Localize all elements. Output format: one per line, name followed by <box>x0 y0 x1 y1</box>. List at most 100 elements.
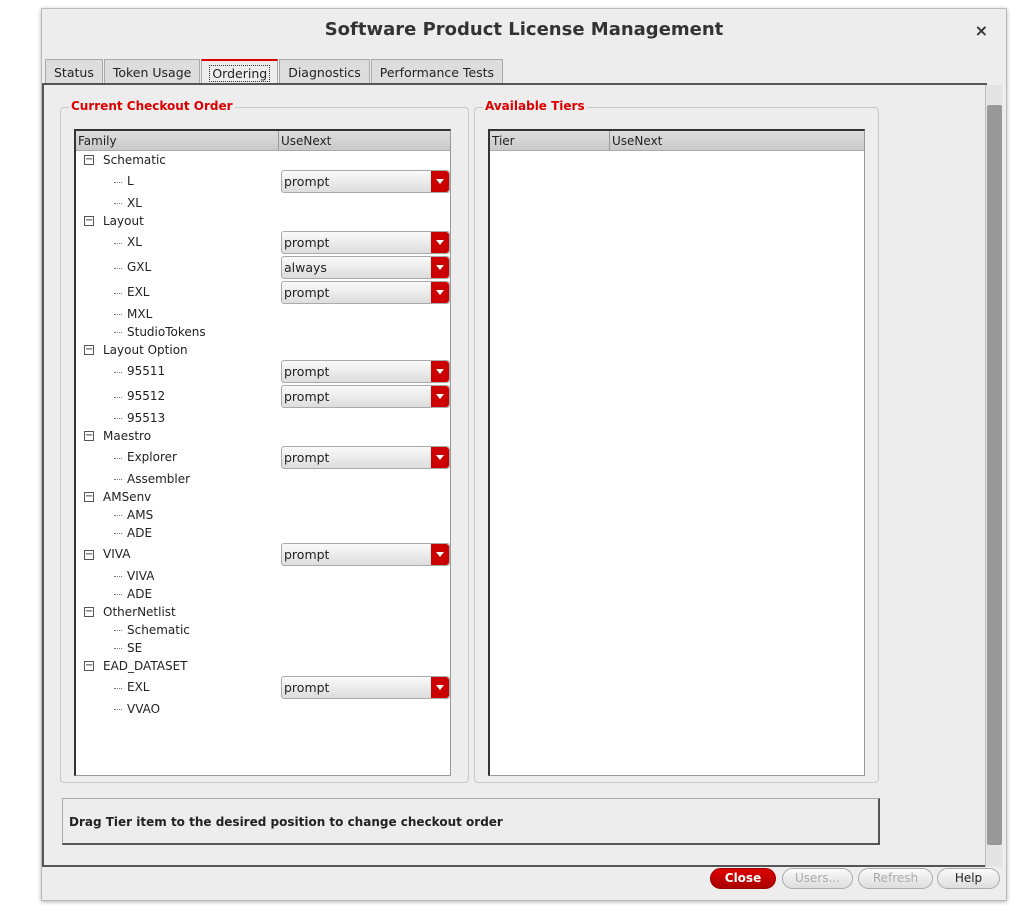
collapse-icon[interactable]: − <box>84 607 94 617</box>
chevron-down-icon <box>431 257 449 278</box>
tree-node-family[interactable]: − Layout <box>76 212 450 230</box>
tree-node-tier[interactable]: Assembler <box>76 470 450 488</box>
tier-label: 95512 <box>127 389 166 403</box>
tree-node-tier[interactable]: VIVA <box>76 567 450 585</box>
tier-label: 95513 <box>127 411 166 425</box>
tier-label: L <box>127 174 134 188</box>
tree-node-tier[interactable]: EXL prompt <box>76 280 450 305</box>
dropdown-value: prompt <box>284 364 330 379</box>
dialog-title: Software Product License Management <box>324 19 724 40</box>
scrollbar-thumb[interactable] <box>987 105 1002 845</box>
tab-token-usage[interactable]: Token Usage <box>103 59 201 83</box>
tree-node-tier[interactable]: 95511 prompt <box>76 359 450 384</box>
tree-connector <box>114 396 122 398</box>
tree-node-family[interactable]: − OtherNetlist <box>76 603 450 621</box>
tree-node-tier[interactable]: Schematic <box>76 621 450 639</box>
tree-node-tier[interactable]: VVAO <box>76 700 450 718</box>
tree-node-tier[interactable]: EXL prompt <box>76 675 450 700</box>
collapse-icon[interactable]: − <box>84 661 94 671</box>
close-button[interactable]: Close <box>710 868 776 889</box>
tree-node-family[interactable]: − Layout Option <box>76 341 450 359</box>
usenext-dropdown[interactable]: prompt <box>281 170 450 193</box>
tree-node-tier[interactable]: XL prompt <box>76 230 450 255</box>
tier-label: ADE <box>127 526 153 540</box>
tab-performance-tests[interactable]: Performance Tests <box>370 59 504 83</box>
collapse-icon[interactable]: − <box>84 155 94 165</box>
tree-node-tier[interactable]: XL <box>76 194 450 212</box>
tree-connector <box>114 332 122 333</box>
tier-label: ADE <box>127 587 153 601</box>
tier-label: VIVA <box>127 569 155 583</box>
tree-connector <box>114 267 122 269</box>
tree-node-family[interactable]: − Maestro <box>76 427 450 445</box>
users-button[interactable]: Users... <box>782 868 853 889</box>
usenext-dropdown[interactable]: prompt <box>281 446 450 469</box>
available-tiers-table[interactable]: Tier UseNext <box>488 129 865 776</box>
usenext-dropdown[interactable]: always <box>281 256 450 279</box>
chevron-down-icon <box>431 677 449 698</box>
tree-connector <box>114 314 122 315</box>
chevron-down-icon <box>431 544 449 565</box>
tree-node-tier[interactable]: Explorer prompt <box>76 445 450 470</box>
tree-node-tier[interactable]: ADE <box>76 585 450 603</box>
family-label: AMSenv <box>103 490 152 504</box>
dropdown-value: prompt <box>284 174 330 189</box>
tree-node-tier[interactable]: AMS <box>76 506 450 524</box>
family-label: Schematic <box>103 153 166 167</box>
license-management-dialog: Software Product License Management × St… <box>41 8 1007 901</box>
usenext-dropdown[interactable]: prompt <box>281 676 450 699</box>
tree-node-tier[interactable]: MXL <box>76 305 450 323</box>
tree-node-family[interactable]: − AMSenv <box>76 488 450 506</box>
tree-node-family[interactable]: − VIVA prompt <box>76 542 450 567</box>
family-label: VIVA <box>103 547 131 561</box>
tree-body: − Schematic Lprompt XL − Layout XL prompt GXL alw… <box>76 151 450 718</box>
usenext-dropdown[interactable]: prompt <box>281 543 450 566</box>
tree-node-family[interactable]: − EAD_DATASET <box>76 657 450 675</box>
tree-node-tier[interactable]: StudioTokens <box>76 323 450 341</box>
close-icon[interactable]: × <box>975 21 988 40</box>
tree-node-tier[interactable]: Lprompt <box>76 169 450 194</box>
checkout-order-tree[interactable]: Family UseNext − Schematic Lprompt XL − Layout… <box>74 129 451 776</box>
column-header-usenext[interactable]: UseNext <box>279 131 450 150</box>
column-header-family[interactable]: Family <box>76 131 279 150</box>
tree-connector <box>114 203 122 204</box>
help-button[interactable]: Help <box>937 868 1000 889</box>
tier-label: EXL <box>127 680 150 694</box>
tree-node-tier[interactable]: SE <box>76 639 450 657</box>
tree-node-tier[interactable]: 95513 <box>76 409 450 427</box>
refresh-button[interactable]: Refresh <box>858 868 933 889</box>
tree-node-tier[interactable]: 95512 prompt <box>76 384 450 409</box>
usenext-dropdown[interactable]: prompt <box>281 281 450 304</box>
tier-label: XL <box>127 235 142 249</box>
chevron-down-icon <box>431 171 449 192</box>
dropdown-value: prompt <box>284 235 330 250</box>
collapse-icon[interactable]: − <box>84 492 94 502</box>
vertical-scrollbar[interactable] <box>985 85 1002 867</box>
column-header-tier[interactable]: Tier <box>490 131 610 150</box>
usenext-dropdown[interactable]: prompt <box>281 231 450 254</box>
tab-diagnostics[interactable]: Diagnostics <box>279 59 370 83</box>
tier-label: EXL <box>127 285 150 299</box>
tree-node-tier[interactable]: ADE <box>76 524 450 542</box>
tree-node-tier[interactable]: GXL always <box>76 255 450 280</box>
tree-connector <box>114 371 122 373</box>
tree-connector <box>114 457 122 459</box>
collapse-icon[interactable]: − <box>84 345 94 355</box>
usenext-dropdown[interactable]: prompt <box>281 360 450 383</box>
tree-node-family[interactable]: − Schematic <box>76 151 450 169</box>
tab-label: Diagnostics <box>288 65 361 80</box>
usenext-dropdown[interactable]: prompt <box>281 385 450 408</box>
tab-status[interactable]: Status <box>45 59 103 83</box>
tier-label: 95511 <box>127 364 166 378</box>
collapse-icon[interactable]: − <box>84 549 94 560</box>
collapse-icon[interactable]: − <box>84 216 94 226</box>
column-header-usenext[interactable]: UseNext <box>610 131 864 150</box>
tier-label: SE <box>127 641 143 655</box>
collapse-icon[interactable]: − <box>84 431 94 441</box>
tree-connector <box>114 687 122 689</box>
tier-label: VVAO <box>127 702 161 716</box>
dropdown-value: prompt <box>284 547 330 562</box>
dropdown-value: prompt <box>284 450 330 465</box>
tab-ordering[interactable]: Ordering <box>201 59 279 83</box>
chevron-down-icon <box>431 386 449 407</box>
